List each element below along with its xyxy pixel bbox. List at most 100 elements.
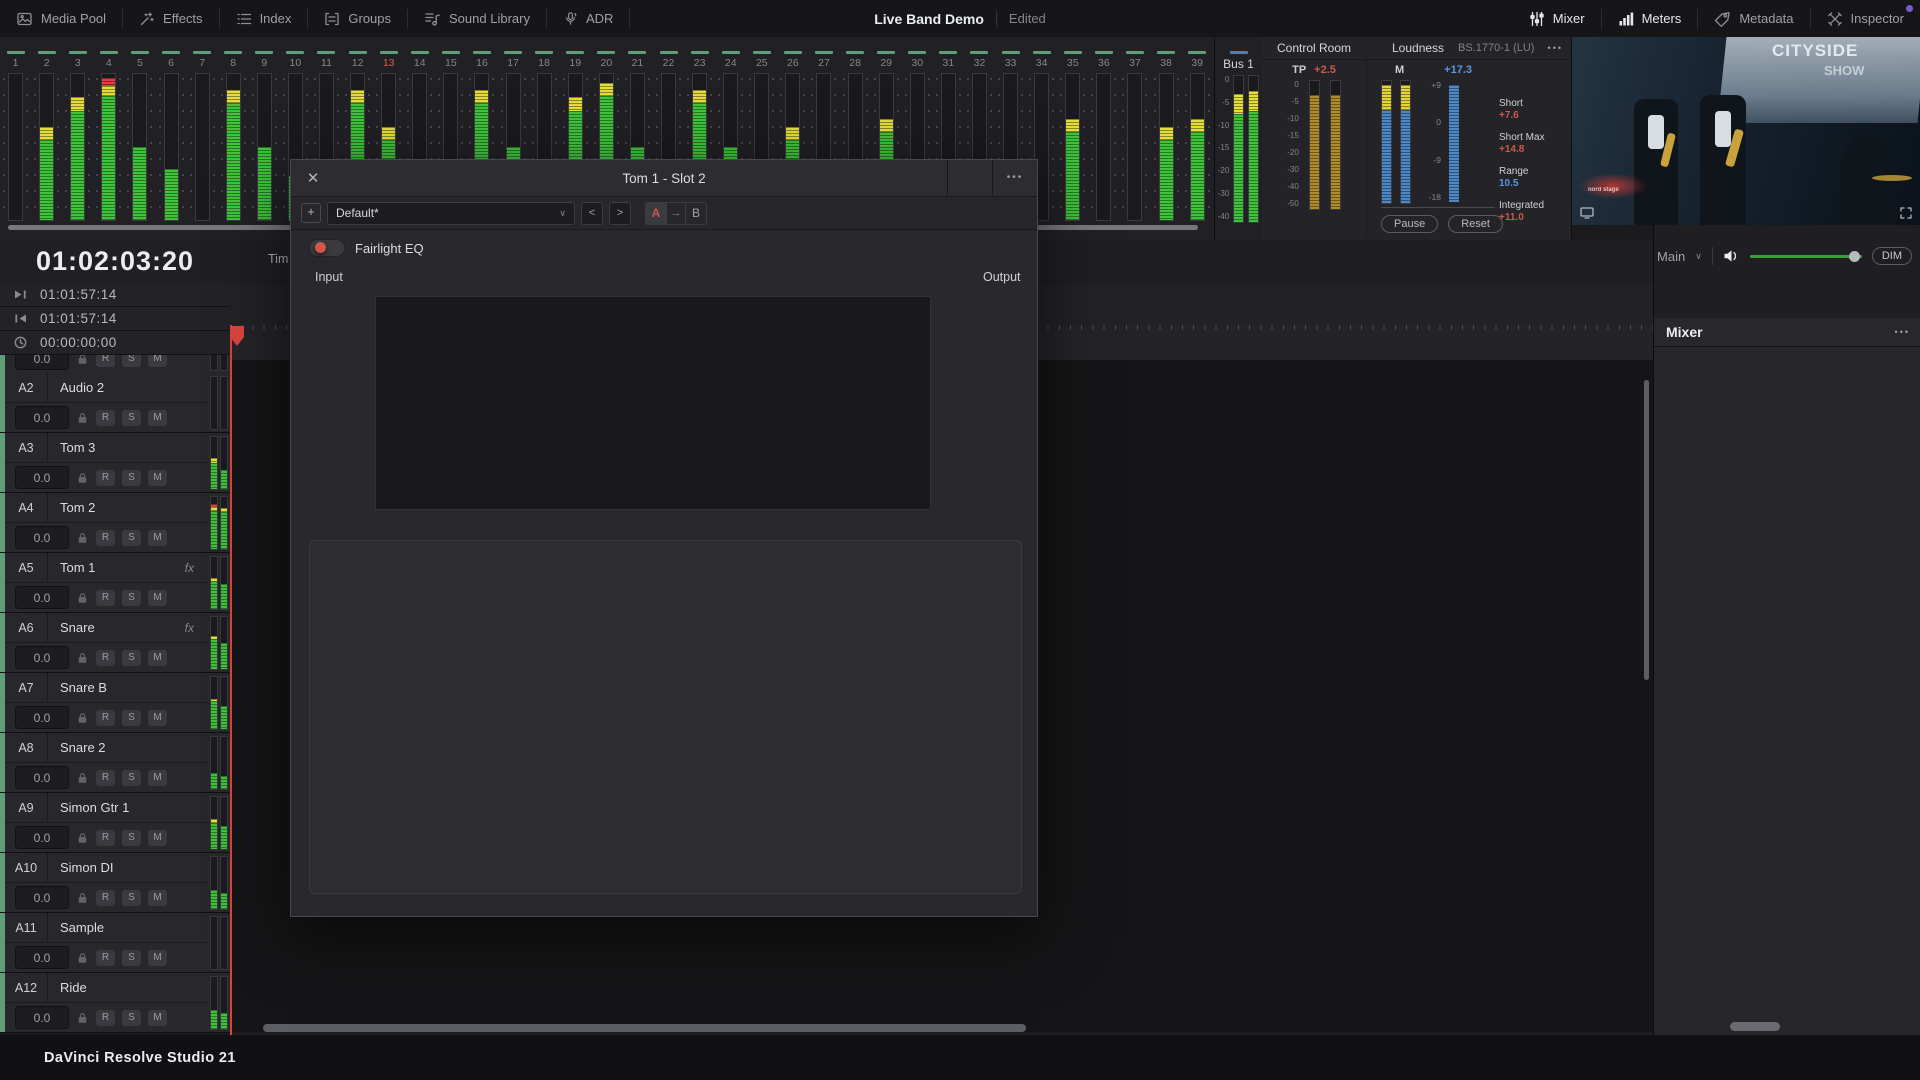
track-name[interactable]: Snare B bbox=[48, 680, 208, 695]
lock-icon[interactable] bbox=[76, 1012, 89, 1024]
lock-icon[interactable] bbox=[76, 472, 89, 484]
reset-button[interactable]: Reset bbox=[1448, 215, 1503, 233]
track-row[interactable]: A7Snare B0.0RSM bbox=[0, 673, 230, 733]
goto-out-icon[interactable] bbox=[0, 289, 40, 300]
eq-enable-toggle[interactable] bbox=[309, 239, 345, 257]
loudness-menu-button[interactable]: ••• bbox=[1548, 43, 1563, 53]
track-s-button[interactable]: S bbox=[122, 410, 141, 426]
track-row[interactable]: A5Tom 1fx0.0RSM bbox=[0, 553, 230, 613]
track-name[interactable]: Simon DI bbox=[48, 860, 208, 875]
track-name[interactable]: Sample bbox=[48, 920, 208, 935]
lock-icon[interactable] bbox=[76, 532, 89, 544]
ab-arrow-icon[interactable]: → bbox=[666, 203, 686, 224]
pause-button[interactable]: Pause bbox=[1381, 215, 1438, 233]
track-m-button[interactable]: M bbox=[148, 650, 167, 666]
lock-icon[interactable] bbox=[76, 832, 89, 844]
track-gain-field[interactable]: 0.0 bbox=[15, 946, 69, 969]
monitor-volume-slider[interactable] bbox=[1750, 255, 1862, 258]
speaker-icon[interactable] bbox=[1723, 249, 1740, 263]
expand-icon[interactable] bbox=[1900, 207, 1912, 219]
track-name[interactable]: Snare bbox=[48, 620, 185, 635]
track-gain-field[interactable]: 0.0 bbox=[15, 886, 69, 909]
track-r-button[interactable]: R bbox=[96, 710, 115, 726]
track-name[interactable]: Simon Gtr 1 bbox=[48, 800, 208, 815]
preset-dropdown[interactable]: Default* ∨ bbox=[327, 202, 575, 225]
ab-a[interactable]: A bbox=[646, 203, 666, 224]
goto-in-icon[interactable] bbox=[0, 313, 40, 324]
track-r-button[interactable]: R bbox=[96, 1010, 115, 1026]
track-s-button[interactable]: S bbox=[122, 950, 141, 966]
track-name[interactable]: Ride bbox=[48, 980, 208, 995]
timeline-vertical-scrollbar[interactable] bbox=[1644, 380, 1649, 680]
lock-icon[interactable] bbox=[76, 952, 89, 964]
lock-icon[interactable] bbox=[76, 772, 89, 784]
track-r-button[interactable]: R bbox=[96, 890, 115, 906]
track-gain-field[interactable]: 0.0 bbox=[15, 526, 69, 549]
mixer-menu-button[interactable]: ••• bbox=[1895, 327, 1920, 337]
track-name[interactable]: Audio 2 bbox=[48, 380, 208, 395]
track-row[interactable]: A1Audio 10.0RSM bbox=[0, 355, 230, 373]
monitor-destination[interactable]: Main bbox=[1657, 249, 1685, 264]
track-r-button[interactable]: R bbox=[96, 530, 115, 546]
track-gain-field[interactable]: 0.0 bbox=[15, 706, 69, 729]
track-m-button[interactable]: M bbox=[148, 890, 167, 906]
track-m-button[interactable]: M bbox=[148, 1010, 167, 1026]
next-preset-button[interactable]: > bbox=[609, 202, 631, 225]
track-s-button[interactable]: S bbox=[122, 530, 141, 546]
monitor-chevron-icon[interactable]: ∨ bbox=[1695, 251, 1702, 262]
track-s-button[interactable]: S bbox=[122, 470, 141, 486]
track-r-button[interactable]: R bbox=[96, 410, 115, 426]
track-s-button[interactable]: S bbox=[122, 830, 141, 846]
track-row[interactable]: A10Simon DI0.0RSM bbox=[0, 853, 230, 913]
track-m-button[interactable]: M bbox=[148, 530, 167, 546]
playhead[interactable] bbox=[230, 325, 232, 1035]
track-gain-field[interactable]: 0.0 bbox=[15, 466, 69, 489]
track-gain-field[interactable]: 0.0 bbox=[15, 826, 69, 849]
ab-b[interactable]: B bbox=[686, 203, 706, 224]
track-m-button[interactable]: M bbox=[148, 950, 167, 966]
track-name[interactable]: Snare 2 bbox=[48, 740, 208, 755]
track-row[interactable]: A12Ride0.0RSM bbox=[0, 973, 230, 1033]
toolbar-item-adr[interactable]: ADR bbox=[547, 0, 629, 37]
ab-compare-toggle[interactable]: A → B bbox=[645, 202, 707, 225]
dim-button[interactable]: DIM bbox=[1872, 247, 1912, 265]
transport-value[interactable]: 01:01:57:14 bbox=[40, 287, 117, 302]
eq-graph[interactable] bbox=[375, 296, 931, 510]
add-preset-button[interactable]: + bbox=[301, 203, 321, 223]
track-gain-field[interactable]: 0.0 bbox=[15, 406, 69, 429]
track-m-button[interactable]: M bbox=[148, 410, 167, 426]
track-r-button[interactable]: R bbox=[96, 590, 115, 606]
toolbar-item-mixer[interactable]: Mixer bbox=[1513, 0, 1601, 37]
toolbar-item-index[interactable]: Index bbox=[220, 0, 308, 37]
timeline-horizontal-scrollbar[interactable] bbox=[263, 1024, 1026, 1032]
track-gain-field[interactable]: 0.0 bbox=[15, 1006, 69, 1029]
toolbar-item-metadata[interactable]: Metadata bbox=[1698, 0, 1809, 37]
mixer-scrollbar[interactable] bbox=[1730, 1022, 1780, 1031]
track-m-button[interactable]: M bbox=[148, 710, 167, 726]
toolbar-item-media-pool[interactable]: Media Pool bbox=[0, 0, 122, 37]
prev-preset-button[interactable]: < bbox=[581, 202, 603, 225]
lock-icon[interactable] bbox=[76, 892, 89, 904]
track-s-button[interactable]: S bbox=[122, 355, 141, 367]
track-gain-field[interactable]: 0.0 bbox=[15, 766, 69, 789]
lock-icon[interactable] bbox=[76, 592, 89, 604]
track-row[interactable]: A9Simon Gtr 10.0RSM bbox=[0, 793, 230, 853]
track-r-button[interactable]: R bbox=[96, 770, 115, 786]
track-m-button[interactable]: M bbox=[148, 770, 167, 786]
timeline-name-label[interactable]: Tim bbox=[268, 252, 288, 266]
track-s-button[interactable]: S bbox=[122, 890, 141, 906]
track-m-button[interactable]: M bbox=[148, 830, 167, 846]
lock-icon[interactable] bbox=[76, 412, 89, 424]
toolbar-item-inspector[interactable]: Inspector bbox=[1811, 0, 1920, 37]
display-icon[interactable] bbox=[1580, 207, 1594, 219]
track-s-button[interactable]: S bbox=[122, 770, 141, 786]
track-r-button[interactable]: R bbox=[96, 355, 115, 367]
track-s-button[interactable]: S bbox=[122, 710, 141, 726]
track-r-button[interactable]: R bbox=[96, 650, 115, 666]
track-m-button[interactable]: M bbox=[148, 355, 167, 367]
video-preview[interactable]: CITYSIDE SHOW nord stage bbox=[1572, 37, 1920, 225]
track-gain-field[interactable]: 0.0 bbox=[15, 646, 69, 669]
track-s-button[interactable]: S bbox=[122, 650, 141, 666]
track-row[interactable]: A3Tom 30.0RSM bbox=[0, 433, 230, 493]
toolbar-item-sound-library[interactable]: Sound Library bbox=[408, 0, 546, 37]
